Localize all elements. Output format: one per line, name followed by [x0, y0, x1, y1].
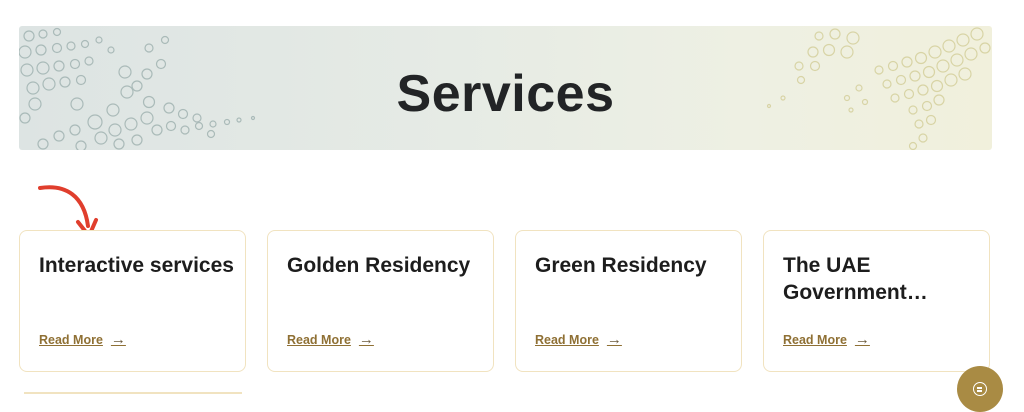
next-card-edge — [24, 392, 242, 394]
read-more-link[interactable]: Read More → — [39, 331, 126, 348]
arrow-right-icon: → — [606, 331, 622, 348]
service-card-green-residency[interactable]: Green Residency Read More → — [515, 230, 742, 372]
read-more-label: Read More — [535, 332, 599, 347]
arrow-right-icon: → — [110, 331, 126, 348]
services-banner: Services — [19, 26, 992, 150]
service-card-golden-residency[interactable]: Golden Residency Read More → — [267, 230, 494, 372]
page-title: Services — [396, 65, 615, 123]
service-card-uae-government[interactable]: The UAE Government… Read More → — [763, 230, 990, 372]
arrow-right-icon: → — [358, 331, 374, 348]
services-card-list: Interactive services Read More → Golden … — [19, 230, 992, 374]
read-more-label: Read More — [783, 332, 847, 347]
read-more-label: Read More — [39, 332, 103, 347]
read-more-link[interactable]: Read More → — [287, 331, 374, 348]
chat-button[interactable] — [957, 366, 1003, 412]
chat-icon — [973, 382, 987, 396]
read-more-label: Read More — [287, 332, 351, 347]
read-more-link[interactable]: Read More → — [535, 331, 622, 348]
service-card-interactive-services[interactable]: Interactive services Read More → — [19, 230, 246, 372]
service-card-title: The UAE Government… — [783, 254, 928, 304]
service-card-title: Green Residency — [535, 254, 707, 277]
service-card-title: Interactive services — [39, 254, 234, 277]
arrow-right-icon: → — [854, 331, 870, 348]
service-card-title: Golden Residency — [287, 254, 471, 277]
read-more-link[interactable]: Read More → — [783, 331, 870, 348]
